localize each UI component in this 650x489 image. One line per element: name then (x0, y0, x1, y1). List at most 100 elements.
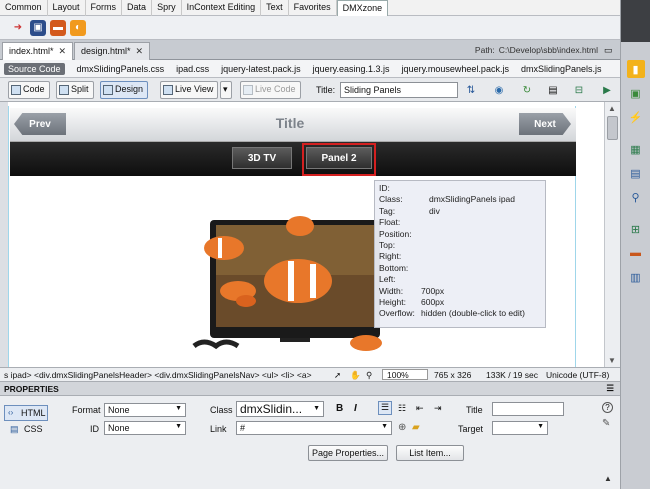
split-view-label: Split (71, 84, 89, 94)
browse-folder-icon[interactable]: ▰ (412, 422, 420, 433)
panel-tab-3d-tv[interactable]: 3D TV (232, 147, 292, 169)
page-properties-button[interactable]: Page Properties... (308, 445, 388, 461)
insert-panel-icon[interactable]: ▣ (30, 19, 46, 36)
preview-browser-icon[interactable]: ◉ (492, 83, 506, 97)
unordered-list-icon[interactable]: ☰ (378, 401, 392, 415)
doc-tab-design[interactable]: design.html* ✕ (74, 42, 151, 60)
panel-options-icon[interactable]: ☰ (606, 383, 614, 394)
vertical-scrollbar[interactable]: ▲ ▼ (604, 102, 620, 367)
insert-tab-text[interactable]: Text (261, 0, 289, 16)
related-file[interactable]: dmxSlidingPanels.css (77, 64, 165, 74)
select-tool-icon[interactable]: ➚ (334, 370, 341, 381)
related-file[interactable]: jquery.mousewheel.pack.js (402, 64, 509, 74)
insert-tab-forms[interactable]: Forms (86, 0, 123, 16)
lightning-icon[interactable]: ⚡ (627, 108, 645, 126)
related-file[interactable]: jquery.easing.1.3.js (313, 64, 390, 74)
live-code-button[interactable]: Live Code (240, 81, 301, 99)
split-view-button[interactable]: Split (56, 81, 94, 99)
visual-aids-icon[interactable]: ⊟ (572, 83, 586, 97)
insert-tab-favorites[interactable]: Favorites (289, 0, 337, 16)
doc-tab-index[interactable]: index.html* ✕ (2, 42, 74, 60)
code-view-button[interactable]: Code (8, 81, 50, 99)
tooltip-key: Top: (379, 240, 396, 251)
point-to-file-icon[interactable]: ⊕ (398, 422, 406, 433)
css-mode-button[interactable]: ▤ CSS (10, 424, 43, 434)
close-icon[interactable]: ✕ (59, 46, 67, 56)
view-options-icon[interactable]: ▤ (546, 83, 560, 97)
assets-icon[interactable]: ▬ (627, 244, 645, 262)
related-file[interactable]: ipad.css (176, 64, 209, 74)
live-view-dropdown[interactable]: ▾ (220, 81, 232, 99)
close-icon[interactable]: ✕ (136, 46, 144, 56)
tag-selector[interactable]: s ipad> <div.dmxSlidingPanelsHeader> <di… (4, 370, 312, 380)
tooltip-key: Left: (379, 274, 396, 285)
link-label: Link (210, 424, 227, 434)
refresh-icon[interactable]: ↻ (520, 83, 534, 97)
insert-tab-layout[interactable]: Layout (48, 0, 86, 16)
insert-slider-icon[interactable]: ▬ (50, 19, 66, 36)
html-mode-button[interactable]: ‹› HTML (4, 405, 48, 421)
class-select[interactable]: dmxSlidin... ▼ (236, 401, 324, 417)
indent-icon[interactable]: ⇥ (434, 403, 442, 414)
insert-tab-incontext-editing[interactable]: InContext Editing (182, 0, 262, 16)
tooltip-row-height: Height: 600px (379, 297, 541, 308)
snippets-icon[interactable]: ▥ (627, 268, 645, 286)
file-management-icon[interactable]: ⇅ (464, 83, 478, 97)
hand-tool-icon[interactable]: ✋ (350, 370, 361, 381)
live-view-button[interactable]: Live View (160, 81, 219, 99)
italic-button[interactable]: I (354, 403, 357, 414)
id-select[interactable]: None ▼ (104, 421, 186, 435)
outdent-icon[interactable]: ⇤ (416, 403, 424, 414)
insert-panel-icon[interactable]: ▮ (626, 60, 645, 78)
title-attr-input[interactable] (492, 402, 564, 416)
insert-dmx-icon[interactable]: ◐ (70, 19, 86, 36)
zoom-select[interactable]: 100% (382, 369, 428, 380)
tooltip-value: dmxSlidingPanels ipad (429, 194, 515, 205)
tooltip-key: Bottom: (379, 262, 409, 273)
source-code-button[interactable]: Source Code (4, 62, 65, 75)
files-icon[interactable]: ⊞ (627, 220, 645, 238)
target-select[interactable]: ▼ (492, 421, 548, 435)
format-select[interactable]: None ▼ (104, 403, 186, 417)
help-icon[interactable]: ? (602, 402, 613, 413)
scroll-up-icon[interactable]: ▲ (608, 104, 616, 113)
next-button[interactable]: Next (519, 113, 571, 135)
prev-button[interactable]: Prev (14, 113, 66, 135)
bold-button[interactable]: B (336, 403, 343, 414)
window-size[interactable]: 765 x 326 (434, 370, 471, 380)
clownfish-small (236, 295, 256, 307)
scroll-down-icon[interactable]: ▼ (608, 356, 616, 365)
document-icon[interactable]: ▭ (604, 45, 613, 56)
insert-arrow-icon[interactable]: ➜ (10, 20, 26, 36)
check-page-icon[interactable]: ▶ (600, 83, 614, 97)
ordered-list-icon[interactable]: ☷ (398, 403, 406, 414)
databases-icon[interactable]: ▦ (627, 140, 645, 158)
related-file[interactable]: jquery-latest.pack.js (221, 64, 301, 74)
tooltip-key: ID: (379, 183, 390, 193)
design-view-button[interactable]: Design (100, 81, 149, 99)
link-input[interactable]: # ▼ (236, 421, 392, 435)
page-title-input[interactable]: Sliding Panels (340, 82, 458, 98)
insert-tab-spry[interactable]: Spry (152, 0, 182, 16)
path-value: C:\Develop\sbb\index.html (498, 45, 598, 55)
behaviors-icon[interactable]: ▣ (627, 84, 645, 102)
server-behaviors-icon[interactable]: ⚲ (627, 188, 645, 206)
quick-tag-editor-icon[interactable]: ✎ (602, 418, 610, 429)
zoom-tool-icon[interactable]: ⚲ (366, 370, 372, 381)
properties-header[interactable]: PROPERTIES ☰ (0, 382, 620, 396)
related-file[interactable]: dmxSlidingPanels.js (521, 64, 602, 74)
document-toolbar: Code Split Design Live View ▾ Live Code … (0, 78, 620, 102)
html-mode-label: HTML (21, 408, 46, 418)
code-view-icon (11, 85, 21, 95)
tooltip-row-float: Float: (379, 217, 541, 228)
insert-tab-common[interactable]: Common (0, 0, 48, 16)
collapse-icon[interactable]: ▲ (604, 474, 612, 483)
insert-tab-dmxzone[interactable]: DMXzone (336, 0, 389, 16)
live-code-icon (243, 85, 253, 95)
list-item-button[interactable]: List Item... (396, 445, 464, 461)
live-code-label: Live Code (255, 84, 296, 94)
split-view-icon (59, 85, 69, 95)
scroll-thumb[interactable] (607, 116, 618, 140)
insert-tab-data[interactable]: Data (122, 0, 153, 16)
bindings-icon[interactable]: ▤ (627, 164, 645, 182)
